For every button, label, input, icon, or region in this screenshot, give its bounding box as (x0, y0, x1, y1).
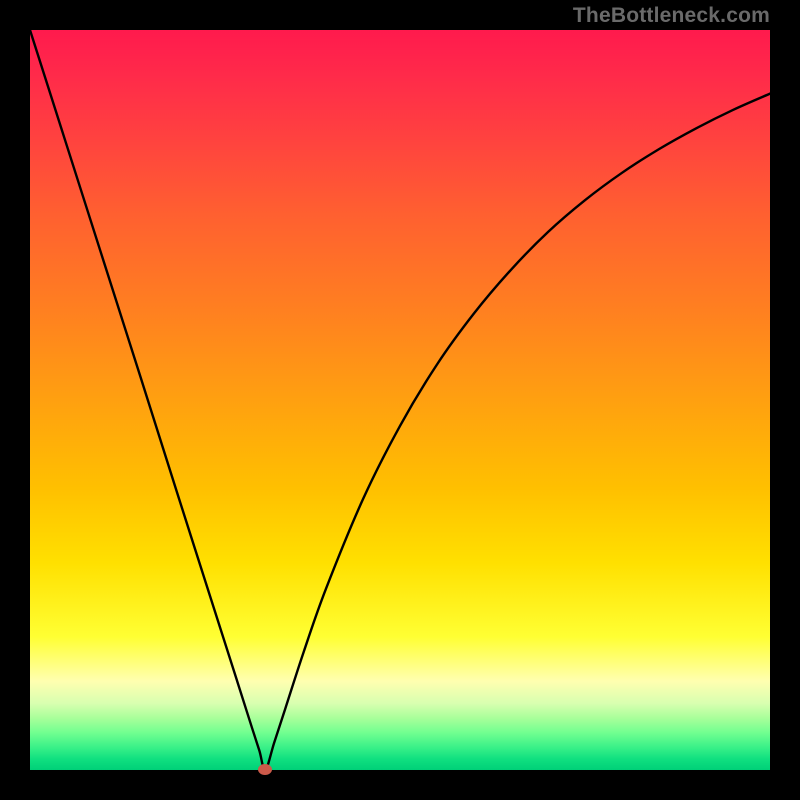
chart-frame: TheBottleneck.com (0, 0, 800, 800)
bottleneck-curve (30, 30, 770, 770)
attribution-text: TheBottleneck.com (573, 4, 770, 28)
optimum-marker (258, 764, 272, 775)
